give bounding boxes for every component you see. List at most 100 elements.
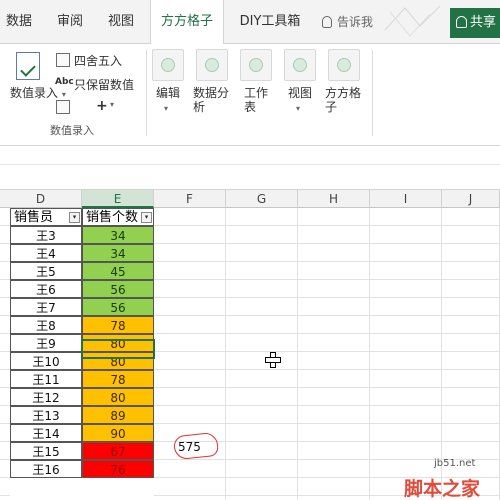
sales-count-cell[interactable]: 78 [82, 370, 154, 388]
grid-cell[interactable] [442, 298, 500, 316]
grid-cell[interactable] [298, 262, 370, 280]
column-header-d[interactable]: D [0, 190, 82, 208]
grid-cell[interactable] [0, 244, 10, 262]
grid-cell[interactable] [0, 226, 10, 244]
keep-values-button[interactable]: 只保留数值 [74, 76, 134, 93]
plus-icon[interactable]: + [96, 98, 108, 114]
sales-count-cell[interactable]: 90 [82, 424, 154, 442]
edit-pencil-icon[interactable] [56, 100, 70, 114]
grid-cell[interactable] [226, 388, 298, 406]
grid-cell[interactable] [442, 370, 500, 388]
tab-diy-toolbox[interactable]: DIY工具箱 [232, 0, 308, 44]
grid-cell[interactable] [0, 424, 10, 442]
salesperson-cell[interactable]: 王11 [10, 370, 82, 388]
grid-cell[interactable] [442, 226, 500, 244]
sales-count-cell[interactable]: 80 [82, 388, 154, 406]
grid-cell[interactable] [0, 406, 10, 424]
grid-cell[interactable] [154, 352, 226, 370]
value-input-button[interactable]: 数值录入 ▾ [10, 86, 66, 102]
grid-cell[interactable] [370, 406, 442, 424]
grid-cell[interactable] [298, 460, 370, 478]
grid-cell[interactable] [0, 352, 10, 370]
grid-cell[interactable] [0, 316, 10, 334]
sales-count-cell[interactable]: 34 [82, 244, 154, 262]
grid-cell[interactable] [0, 334, 10, 352]
grid-cell[interactable] [370, 262, 442, 280]
column-header-h[interactable]: H [298, 190, 370, 208]
grid-cell[interactable] [442, 424, 500, 442]
column-header-e[interactable]: E [82, 190, 154, 208]
grid-cell[interactable] [298, 298, 370, 316]
grid-cell[interactable] [226, 370, 298, 388]
grid-cell[interactable] [298, 280, 370, 298]
grid-cell[interactable] [442, 208, 500, 226]
grid-cell[interactable] [298, 334, 370, 352]
grid-cell[interactable] [154, 406, 226, 424]
grid-cell[interactable] [442, 352, 500, 370]
round-button[interactable]: 四舍五入 [74, 52, 122, 69]
salesperson-cell[interactable]: 王15 [10, 442, 82, 460]
column-header-j[interactable]: J [442, 190, 500, 208]
grid-cell[interactable] [298, 406, 370, 424]
sales-count-cell[interactable]: 45 [82, 262, 154, 280]
edit-button[interactable]: 编辑 [156, 86, 180, 100]
grid-cell[interactable] [154, 334, 226, 352]
grid-cell[interactable] [370, 424, 442, 442]
sales-count-cell[interactable]: 80 [82, 352, 154, 370]
grid-cell[interactable] [0, 208, 10, 226]
grid-cell[interactable] [226, 334, 298, 352]
salesperson-cell[interactable]: 王6 [10, 280, 82, 298]
sales-count-cell[interactable]: 67 [82, 442, 154, 460]
grid-cell[interactable] [442, 262, 500, 280]
grid-cell[interactable] [0, 388, 10, 406]
grid-cell[interactable] [0, 442, 10, 460]
sales-count-cell[interactable]: 89 [82, 406, 154, 424]
grid-cell[interactable] [0, 280, 10, 298]
grid-cell[interactable] [370, 388, 442, 406]
grid-cell[interactable] [226, 442, 298, 460]
worksheet-button[interactable]: 工作表 [244, 86, 272, 114]
filter-dropdown-icon[interactable]: ▾ [141, 212, 152, 223]
grid-cell[interactable] [154, 388, 226, 406]
grid-cell[interactable] [226, 478, 298, 496]
grid-cell[interactable] [442, 388, 500, 406]
grid-cell[interactable] [298, 244, 370, 262]
grid-cell[interactable] [0, 298, 10, 316]
salesperson-cell[interactable]: 王5 [10, 262, 82, 280]
sales-count-cell[interactable]: 56 [82, 280, 154, 298]
analysis-button[interactable]: 数据分析 [193, 86, 233, 114]
tab-view[interactable]: 视图 [100, 0, 142, 44]
grid-cell[interactable] [298, 496, 370, 500]
grid-cell[interactable] [370, 334, 442, 352]
grid-cell[interactable] [442, 406, 500, 424]
grid-cell[interactable] [154, 496, 226, 500]
tab-data[interactable]: 数据 [2, 0, 36, 44]
salesperson-cell[interactable]: 王13 [10, 406, 82, 424]
grid-cell[interactable] [370, 316, 442, 334]
share-button[interactable]: 共享 [450, 8, 500, 38]
edit-button-icon[interactable] [152, 49, 184, 81]
grid-cell[interactable] [0, 478, 10, 496]
grid-cell[interactable] [226, 262, 298, 280]
ffgz-button-icon[interactable] [328, 49, 360, 81]
grid-cell[interactable] [0, 262, 10, 280]
tell-me-box[interactable]: 告诉我 [322, 0, 373, 44]
grid-cell[interactable] [298, 316, 370, 334]
filter-dropdown-icon[interactable]: ▾ [69, 212, 80, 223]
salesperson-cell[interactable]: 王8 [10, 316, 82, 334]
grid-cell[interactable] [154, 262, 226, 280]
grid-cell[interactable] [370, 208, 442, 226]
grid-cell[interactable] [226, 460, 298, 478]
grid-cell[interactable] [154, 316, 226, 334]
grid-cell[interactable] [226, 298, 298, 316]
grid-cell[interactable] [226, 244, 298, 262]
ffgz-button[interactable]: 方方格子 [325, 86, 365, 114]
grid-cell[interactable] [298, 226, 370, 244]
salesperson-cell[interactable]: 王16 [10, 460, 82, 478]
sales-count-cell[interactable]: 78 [82, 316, 154, 334]
salesperson-cell[interactable]: 王9 [10, 334, 82, 352]
sales-count-cell[interactable]: 34 [82, 226, 154, 244]
salesperson-cell[interactable]: 王14 [10, 424, 82, 442]
grid-cell[interactable] [370, 244, 442, 262]
sales-count-cell[interactable]: 76 [82, 460, 154, 478]
